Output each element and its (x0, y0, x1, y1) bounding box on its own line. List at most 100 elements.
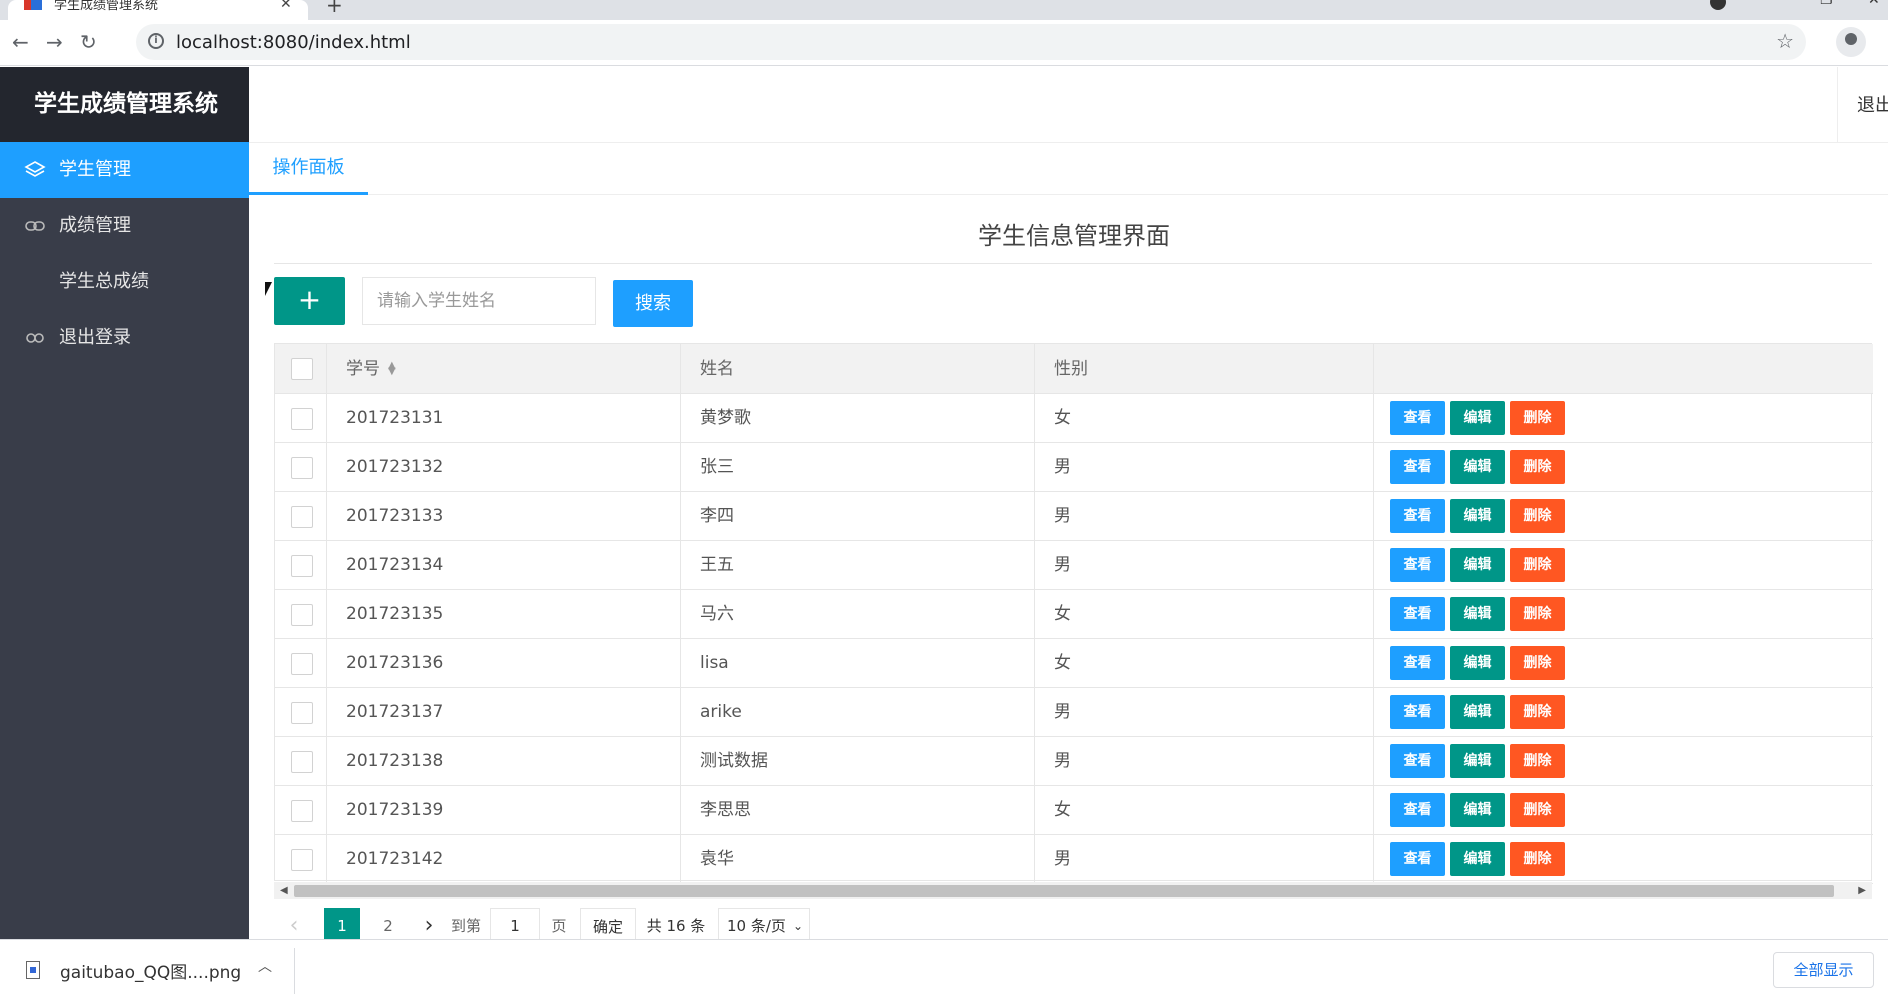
table-row: 201723131 黄梦歌女查看 编辑 删除 (275, 394, 1873, 443)
profile-icon[interactable] (1836, 27, 1866, 57)
info-icon[interactable]: i (148, 33, 164, 49)
browser-tab[interactable]: 学生成绩管理系统 ✕ (8, 0, 308, 20)
download-file-name[interactable]: gaitubao_QQ图....png (60, 958, 241, 983)
cell-id: 201723131 (327, 394, 681, 442)
sidebar-item-student-management[interactable]: 学生管理 (0, 142, 249, 198)
horizontal-scrollbar[interactable]: ◀ ▶ (274, 882, 1872, 899)
column-header-label: 学号 (346, 359, 380, 379)
delete-button[interactable]: 删除 (1510, 695, 1565, 729)
view-button[interactable]: 查看 (1390, 548, 1445, 582)
forward-icon[interactable]: → (46, 30, 63, 54)
delete-button[interactable]: 删除 (1510, 401, 1565, 435)
header-divider (1837, 67, 1838, 143)
table-header: 学号 ▲ ▼ 姓名 性别 (275, 344, 1873, 394)
logout-link[interactable]: 退出 (1857, 91, 1888, 117)
cell-actions: 查看 编辑 删除 (1374, 639, 1873, 687)
cell-gender: 男 (1035, 688, 1374, 736)
address-bar[interactable]: i localhost:8080/index.html ☆ (136, 24, 1806, 60)
view-button[interactable]: 查看 (1390, 744, 1445, 778)
bookmark-star-icon[interactable]: ☆ (1776, 29, 1794, 53)
top-header: 退出 (249, 67, 1888, 143)
delete-button[interactable]: 删除 (1510, 744, 1565, 778)
delete-button[interactable]: 删除 (1510, 499, 1565, 533)
new-tab-icon[interactable]: + (326, 0, 343, 17)
delete-button[interactable]: 删除 (1510, 842, 1565, 876)
edit-button[interactable]: 编辑 (1450, 646, 1505, 680)
table-row: 201723136 lisa 女查看 编辑 删除 (275, 639, 1873, 688)
cell-actions: 查看 编辑 删除 (1374, 492, 1873, 540)
delete-button[interactable]: 删除 (1510, 646, 1565, 680)
row-checkbox[interactable] (291, 408, 313, 430)
edit-button[interactable]: 编辑 (1450, 744, 1505, 778)
cell-name: 张三 (681, 443, 1035, 491)
add-student-button[interactable]: + (274, 277, 345, 325)
row-checkbox[interactable] (291, 506, 313, 528)
download-bar: gaitubao_QQ图....png ︿ 全部显示 (0, 939, 1888, 996)
sidebar-item-total-scores[interactable]: 学生总成绩 (0, 254, 249, 310)
edit-button[interactable]: 编辑 (1450, 842, 1505, 876)
view-button[interactable]: 查看 (1390, 597, 1445, 631)
cell-actions: 查看 编辑 删除 (1374, 541, 1873, 589)
cell-actions: 查看 编辑 删除 (1374, 786, 1873, 834)
row-checkbox-cell (275, 835, 327, 883)
scroll-left-icon[interactable]: ◀ (280, 882, 288, 899)
close-icon[interactable]: ✕ (280, 0, 292, 12)
row-checkbox[interactable] (291, 702, 313, 724)
sort-icon[interactable]: ▲ ▼ (388, 361, 396, 377)
show-all-downloads-button[interactable]: 全部显示 (1773, 952, 1874, 988)
edit-button[interactable]: 编辑 (1450, 450, 1505, 484)
scroll-right-icon[interactable]: ▶ (1858, 882, 1866, 899)
delete-button[interactable]: 删除 (1510, 597, 1565, 631)
view-button[interactable]: 查看 (1390, 646, 1445, 680)
reload-icon[interactable]: ↻ (80, 30, 97, 54)
delete-button[interactable]: 删除 (1510, 450, 1565, 484)
window-close-icon[interactable]: ✕ (1868, 0, 1880, 8)
row-checkbox[interactable] (291, 800, 313, 822)
search-button[interactable]: 搜索 (613, 280, 693, 327)
edit-button[interactable]: 编辑 (1450, 793, 1505, 827)
chevron-up-icon[interactable]: ︿ (258, 956, 272, 976)
view-button[interactable]: 查看 (1390, 499, 1445, 533)
view-button[interactable]: 查看 (1390, 401, 1445, 435)
row-checkbox[interactable] (291, 457, 313, 479)
row-checkbox-cell (275, 394, 327, 442)
view-button[interactable]: 查看 (1390, 695, 1445, 729)
cell-name: 袁华 (681, 835, 1035, 883)
cell-id: 201723132 (327, 443, 681, 491)
sidebar-item-logout[interactable]: 退出登录 (0, 310, 249, 366)
edit-button[interactable]: 编辑 (1450, 401, 1505, 435)
delete-button[interactable]: 删除 (1510, 548, 1565, 582)
edit-button[interactable]: 编辑 (1450, 597, 1505, 631)
cell-id: 201723137 (327, 688, 681, 736)
edit-button[interactable]: 编辑 (1450, 695, 1505, 729)
row-checkbox-cell (275, 639, 327, 687)
table-row: 201723138 测试数据男查看 编辑 删除 (275, 737, 1873, 786)
delete-button[interactable]: 删除 (1510, 793, 1565, 827)
tab-operation-panel[interactable]: 操作面板 (249, 143, 368, 195)
cell-name: 李思思 (681, 786, 1035, 834)
view-button[interactable]: 查看 (1390, 793, 1445, 827)
row-checkbox[interactable] (291, 604, 313, 626)
view-button[interactable]: 查看 (1390, 450, 1445, 484)
sidebar-item-score-management[interactable]: 成绩管理 (0, 198, 249, 254)
view-button[interactable]: 查看 (1390, 842, 1445, 876)
url-text[interactable]: localhost:8080/index.html (176, 32, 411, 53)
sidebar: 学生成绩管理系统 学生管理 成绩管理 学生总成绩 退出登录 (0, 67, 249, 939)
cell-gender: 女 (1035, 394, 1374, 442)
cell-gender: 女 (1035, 639, 1374, 687)
back-icon[interactable]: ← (12, 30, 29, 54)
row-checkbox[interactable] (291, 555, 313, 577)
sidebar-item-label: 退出登录 (59, 327, 131, 348)
select-all-checkbox[interactable] (291, 358, 313, 380)
cell-gender: 男 (1035, 443, 1374, 491)
restore-icon[interactable]: ❐ (1820, 0, 1833, 8)
edit-button[interactable]: 编辑 (1450, 548, 1505, 582)
scrollbar-thumb[interactable] (294, 885, 1834, 897)
row-checkbox[interactable] (291, 653, 313, 675)
extension-icon[interactable] (1710, 0, 1726, 10)
row-checkbox[interactable] (291, 751, 313, 773)
column-header-id[interactable]: 学号 ▲ ▼ (327, 344, 681, 394)
search-input[interactable] (362, 277, 596, 325)
edit-button[interactable]: 编辑 (1450, 499, 1505, 533)
row-checkbox[interactable] (291, 849, 313, 871)
